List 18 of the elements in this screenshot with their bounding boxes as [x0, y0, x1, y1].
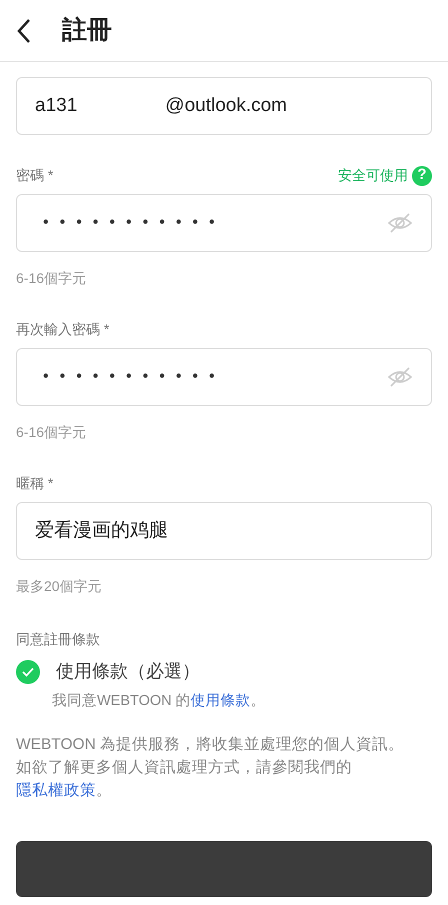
- field-hint: 最多20個字元: [16, 577, 103, 596]
- password-field[interactable]: •••••••••••: [16, 348, 432, 406]
- email-field[interactable]: a131 @outlook.com: [16, 77, 432, 135]
- checkbox-label[interactable]: 使用條款（必選）: [56, 658, 200, 685]
- field-hint: 6-16個字元: [16, 269, 88, 288]
- field-hint: 6-16個字元: [16, 423, 88, 442]
- field-label: 再次輸入密碼 *: [16, 320, 110, 339]
- page-title: 註冊: [62, 14, 112, 46]
- terms-link[interactable]: 使用條款: [190, 693, 251, 709]
- section-heading: 同意註冊條款: [16, 630, 101, 649]
- nickname-field[interactable]: 爱看漫画的鸡腿: [16, 502, 432, 560]
- field-label: 暱稱 *: [16, 474, 54, 493]
- field-label: 密碼 *: [16, 166, 54, 185]
- password-field[interactable]: •••••••••••: [16, 194, 432, 252]
- terms-description: 我同意WEBTOON 的使用條款。: [52, 692, 267, 711]
- privacy-link[interactable]: 隱私權政策: [16, 782, 96, 800]
- privacy-notice: WEBTOON 為提供服務，將收集並處理您的個人資訊。如欲了解更多個人資訊處理方式，請參閱我們的 隱私權政策。: [16, 734, 406, 802]
- status-text: 安全可使用: [338, 166, 408, 185]
